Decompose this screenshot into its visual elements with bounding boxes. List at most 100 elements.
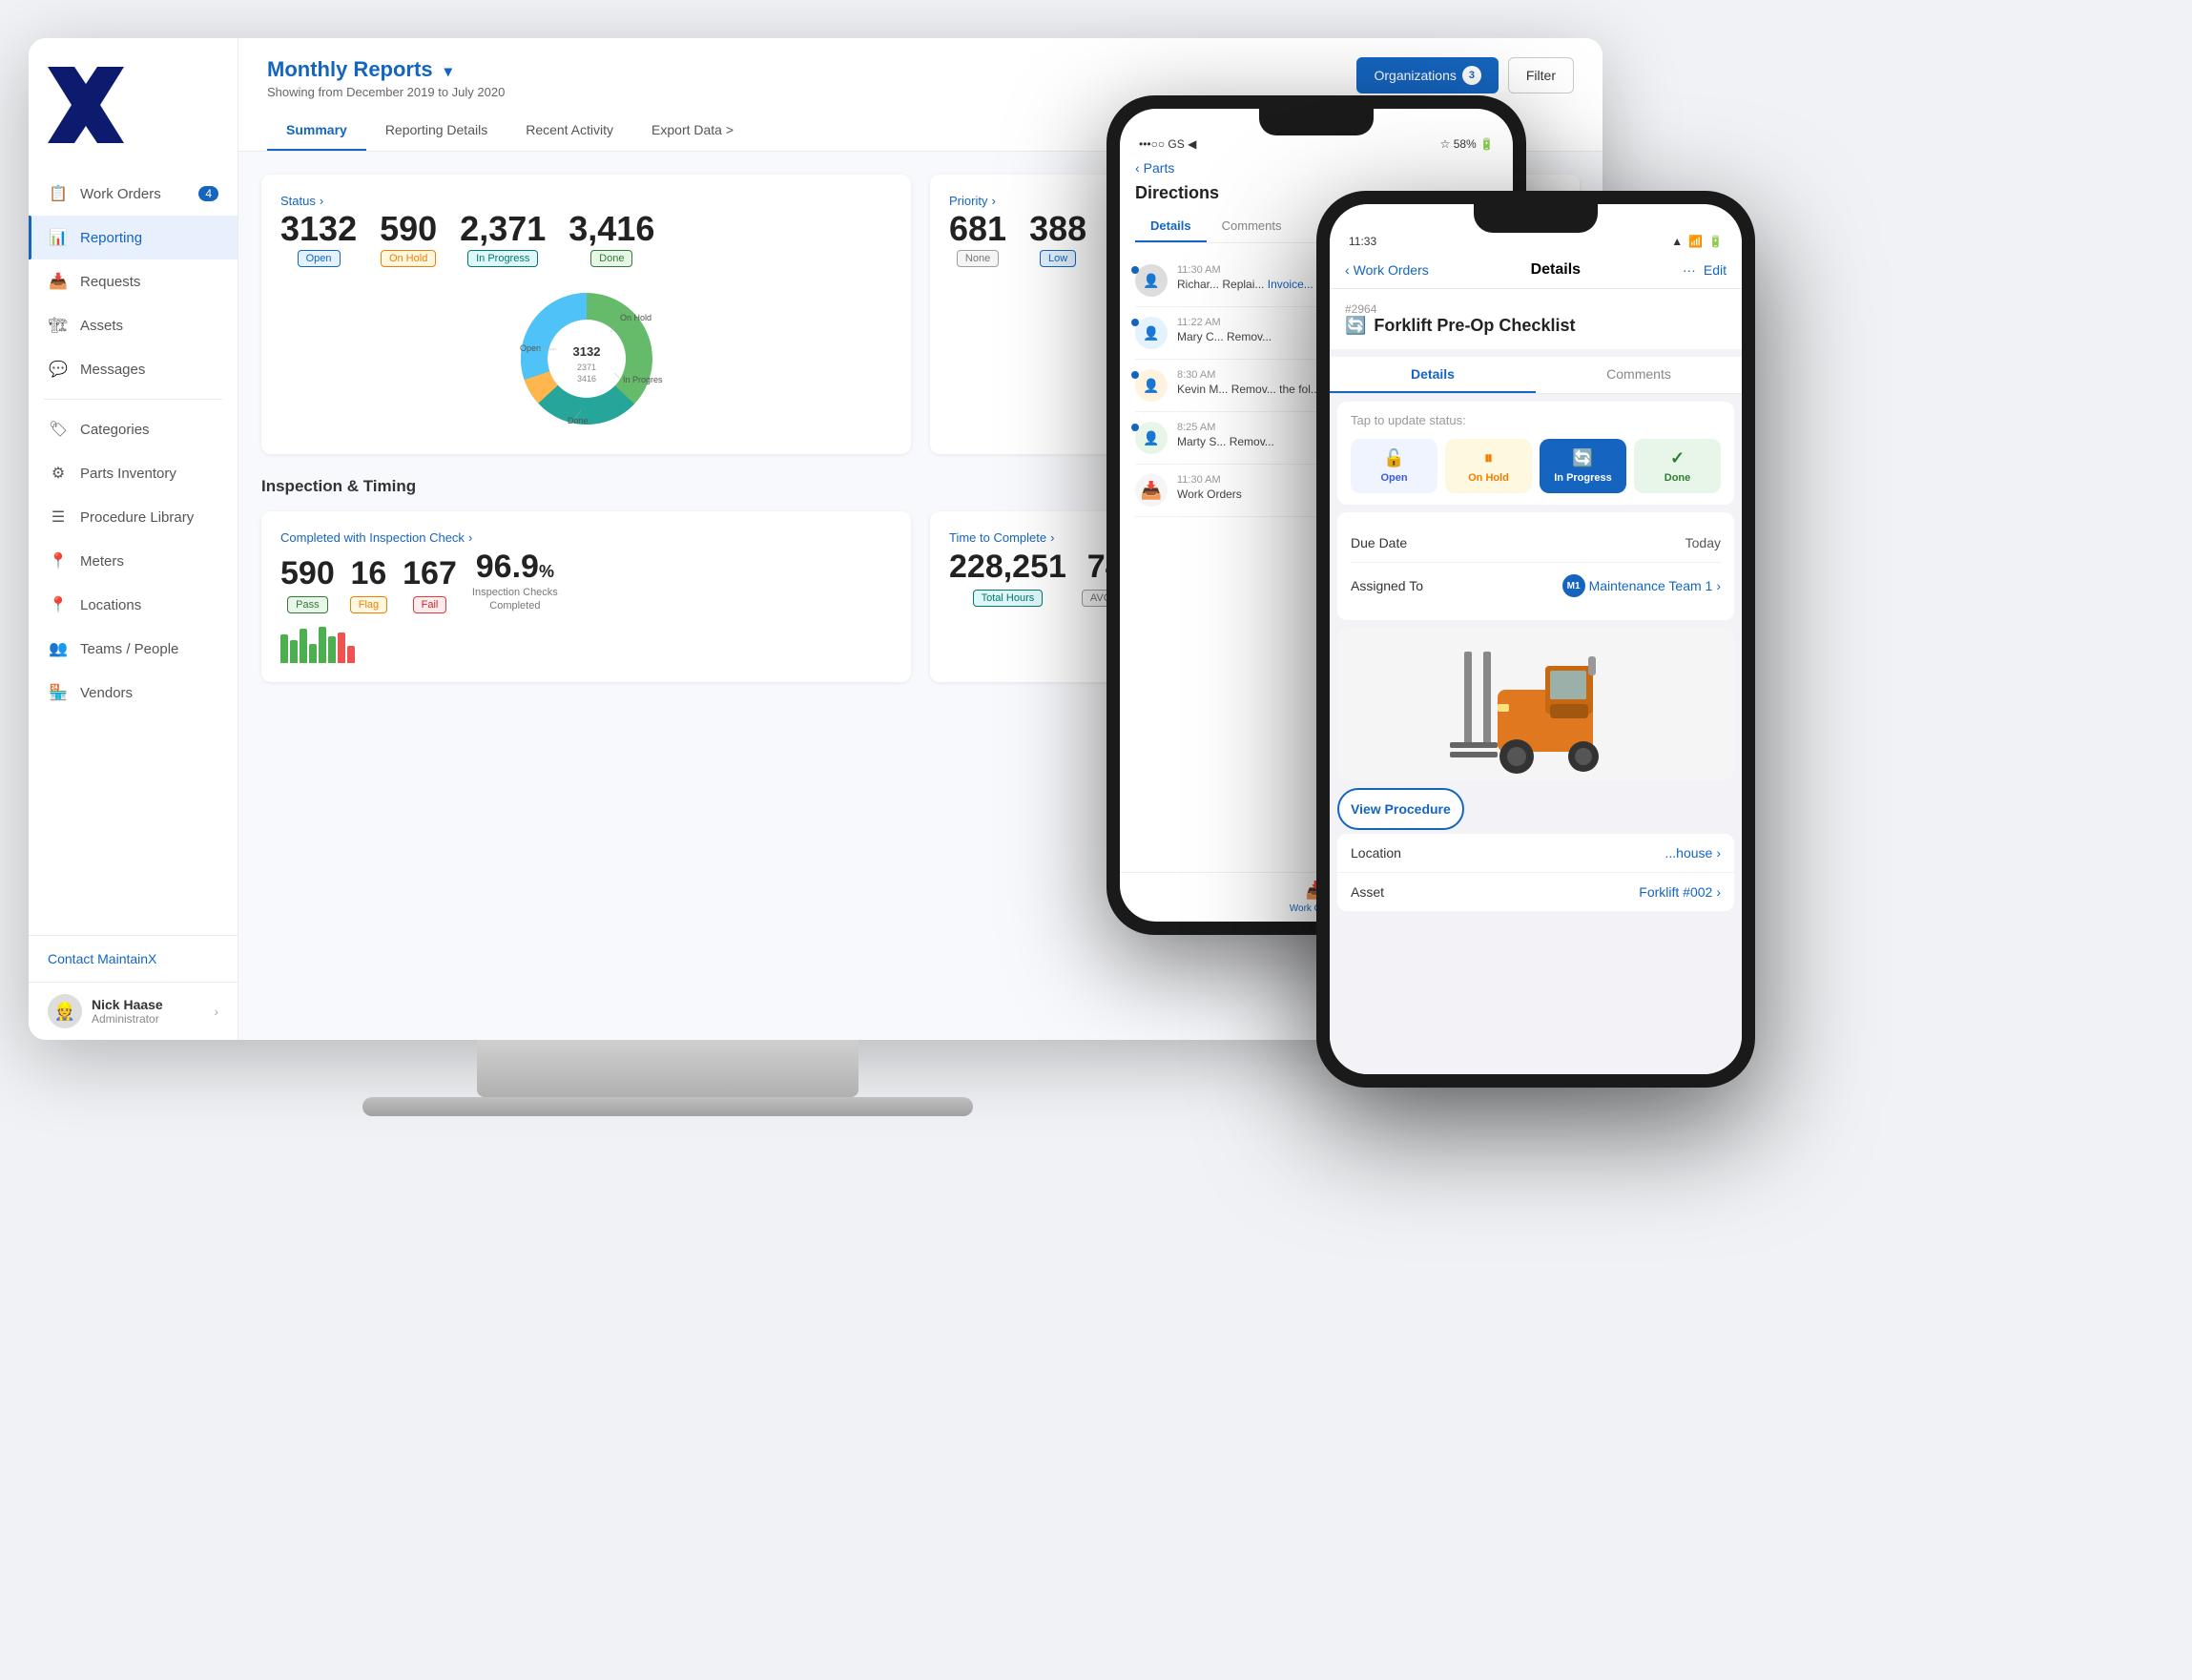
svg-text:Done: Done — [568, 416, 589, 425]
wo-screen: 11:33 ▲ 📶 🔋 ‹ Work Orders Details ··· Ed… — [1330, 204, 1742, 1074]
sidebar-item-categories[interactable]: 🏷 Categories — [29, 407, 238, 451]
time-complete-link: Time to Complete — [949, 530, 1046, 545]
flag-badge: Flag — [350, 596, 387, 613]
activity-link-1[interactable]: Invoice... — [1268, 278, 1313, 291]
dropdown-icon: ▾ — [445, 64, 452, 80]
flag-group: 16 Flag — [350, 555, 387, 613]
signal-icon: 📶 — [1688, 235, 1703, 248]
view-procedure-button[interactable]: View Procedure — [1337, 788, 1464, 830]
vendors-icon: 🏪 — [48, 682, 69, 703]
sidebar-item-teams-people[interactable]: 👥 Teams / People — [29, 627, 238, 671]
svg-text:Open: Open — [520, 343, 541, 353]
wo-tab-comments[interactable]: Comments — [1536, 357, 1742, 393]
monitor-base — [362, 1097, 973, 1116]
sidebar-item-locations[interactable]: 📍 Locations — [29, 583, 238, 627]
forklift-svg — [1440, 633, 1631, 776]
organizations-button[interactable]: Organizations 3 — [1356, 57, 1498, 93]
stat-inprogress: 2,371 In Progress — [460, 212, 546, 267]
status-btn-hold[interactable]: ⏸ On Hold — [1445, 439, 1532, 493]
parts-tab-details[interactable]: Details — [1135, 211, 1207, 242]
wo-tab-details[interactable]: Details — [1330, 357, 1536, 393]
inspection-pct: 96.9% — [472, 549, 558, 586]
activity-dot-1 — [1131, 266, 1139, 274]
sidebar-item-parts-inventory[interactable]: ⚙ Parts Inventory — [29, 451, 238, 495]
fail-value: 167 — [403, 555, 457, 592]
asset-chevron-icon: › — [1716, 884, 1721, 900]
donut-svg: Open On Hold In Progress Done 3132 2371 … — [510, 282, 663, 435]
sidebar-label-assets: Assets — [80, 318, 123, 334]
wo-fields-section: Due Date Today Assigned To M1 Maintenanc… — [1337, 512, 1734, 620]
sidebar-item-meters[interactable]: 📍 Meters — [29, 539, 238, 583]
wo-asset-row[interactable]: Asset Forklift #002 › — [1337, 873, 1734, 911]
user-profile[interactable]: 👷 Nick Haase Administrator › — [29, 982, 238, 1040]
organizations-count-badge: 3 — [1462, 66, 1481, 85]
wo-location-row[interactable]: Location ...house › — [1337, 834, 1734, 873]
filter-button[interactable]: Filter — [1508, 57, 1574, 93]
inprogress-status-icon: 🔄 — [1572, 448, 1593, 468]
phone-front-screen: 11:33 ▲ 📶 🔋 ‹ Work Orders Details ··· Ed… — [1330, 204, 1742, 1074]
total-hours-badge: Total Hours — [973, 590, 1044, 607]
status-btn-inprogress[interactable]: 🔄 In Progress — [1540, 439, 1626, 493]
status-btn-done[interactable]: ✓ Done — [1634, 439, 1721, 493]
header-top: Monthly Reports ▾ Showing from December … — [267, 57, 1574, 99]
inspection-check-title[interactable]: Completed with Inspection Check › — [280, 530, 892, 545]
wo-more-button[interactable]: ··· — [1683, 262, 1696, 278]
sidebar-item-work-orders[interactable]: 📋 Work Orders 4 — [29, 172, 238, 216]
tab-reporting-details[interactable]: Reporting Details — [366, 111, 507, 151]
wo-status-section: Tap to update status: 🔓 Open ⏸ On Hold 🔄 — [1337, 402, 1734, 505]
sidebar-item-requests[interactable]: 📥 Requests — [29, 259, 238, 303]
mt1-badge: M1 — [1562, 574, 1585, 597]
sidebar-item-procedure-library[interactable]: ☰ Procedure Library — [29, 495, 238, 539]
parts-tab-comments[interactable]: Comments — [1207, 211, 1297, 242]
location-label: Location — [1351, 845, 1401, 861]
wo-back-button[interactable]: ‹ Work Orders — [1345, 262, 1429, 278]
meters-icon: 📍 — [48, 550, 69, 571]
bar-7 — [338, 633, 345, 663]
bar-2 — [290, 640, 298, 663]
hold-value: 590 — [380, 212, 437, 246]
sidebar-label-procedure-library: Procedure Library — [80, 509, 194, 526]
stat-done: 3,416 Done — [569, 212, 654, 267]
status-card-title[interactable]: Status › — [280, 194, 892, 208]
inprogress-status-label: In Progress — [1554, 472, 1612, 484]
sidebar-item-messages[interactable]: 💬 Messages — [29, 347, 238, 391]
requests-icon: 📥 — [48, 271, 69, 292]
tab-recent-activity[interactable]: Recent Activity — [507, 111, 632, 151]
wo-status-icons: ▲ 📶 🔋 — [1671, 235, 1723, 248]
wo-nav: ‹ Work Orders Details ··· Edit — [1330, 254, 1742, 289]
done-value: 3,416 — [569, 212, 654, 246]
asset-value: Forklift #002 › — [1639, 884, 1721, 900]
sidebar-label-teams: Teams / People — [80, 641, 178, 657]
work-orders-icon: 📋 — [48, 183, 69, 204]
refresh-icon: 🔄 — [1345, 316, 1366, 336]
wo-assigned-row[interactable]: Assigned To M1 Maintenance Team 1 › — [1351, 563, 1721, 609]
bar-5 — [319, 627, 326, 663]
sidebar-item-vendors[interactable]: 🏪 Vendors — [29, 671, 238, 715]
flag-value: 16 — [350, 555, 387, 592]
tab-export-data[interactable]: Export Data > — [632, 111, 753, 151]
wo-edit-button[interactable]: Edit — [1704, 262, 1727, 278]
low-badge: Low — [1040, 250, 1076, 267]
contact-label: Contact MaintainX — [48, 951, 156, 966]
assigned-chevron-icon: › — [1716, 578, 1721, 593]
sidebar-item-reporting[interactable]: 📊 Reporting — [29, 216, 238, 259]
tab-summary[interactable]: Summary — [267, 111, 366, 151]
hold-badge: On Hold — [381, 250, 436, 267]
contact-maintainx[interactable]: Contact MaintainX — [29, 935, 238, 982]
status-label: Status — [280, 194, 316, 208]
sidebar-item-assets[interactable]: 🏗 Assets — [29, 303, 238, 347]
assigned-value: M1 Maintenance Team 1 › — [1562, 574, 1721, 597]
none-value: 681 — [949, 212, 1006, 246]
organizations-label: Organizations — [1374, 68, 1456, 83]
priority-none: 681 None — [949, 212, 1006, 267]
status-chevron-icon: › — [320, 194, 323, 208]
chevron-right-icon: › — [214, 1004, 218, 1019]
activity-dot-4 — [1131, 424, 1139, 431]
phone-back-notch — [1259, 109, 1374, 135]
wo-time: 11:33 — [1349, 235, 1376, 248]
user-role: Administrator — [92, 1012, 204, 1026]
parts-back-button[interactable]: ‹ Parts — [1135, 160, 1174, 176]
status-btn-open[interactable]: 🔓 Open — [1351, 439, 1437, 493]
wo-back-chevron: ‹ — [1345, 262, 1350, 278]
locations-icon: 📍 — [48, 594, 69, 615]
